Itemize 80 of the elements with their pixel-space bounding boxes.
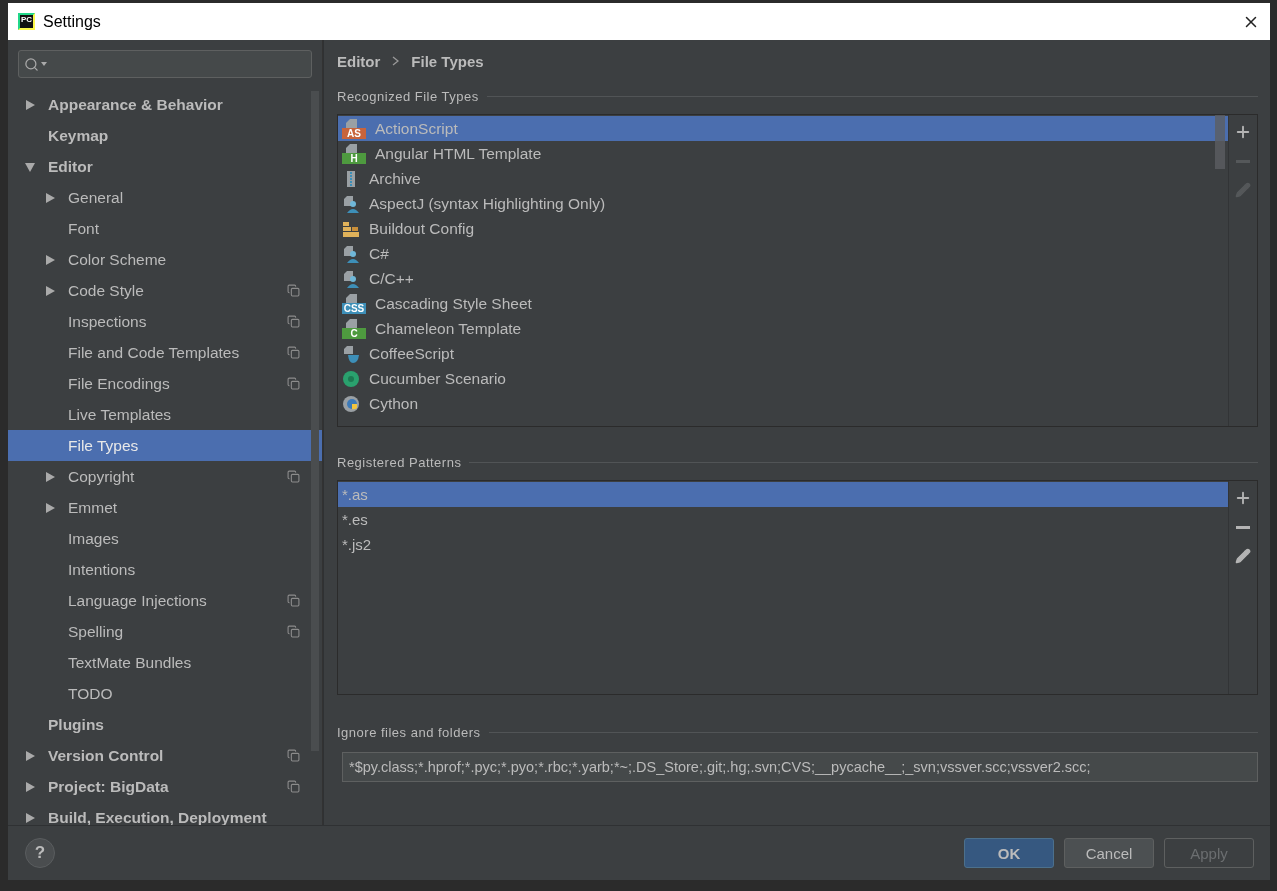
collapsed-arrow-icon[interactable] bbox=[24, 98, 36, 111]
plus-icon bbox=[1234, 123, 1252, 141]
scrollbar-thumb[interactable] bbox=[311, 91, 319, 751]
file-type-item[interactable]: C Chameleon Template bbox=[338, 316, 1228, 341]
edit-button[interactable] bbox=[1235, 548, 1251, 564]
caret-icon bbox=[41, 62, 47, 66]
tree-item[interactable]: Copyright bbox=[8, 461, 322, 492]
plus-icon bbox=[1234, 489, 1252, 507]
add-button[interactable] bbox=[1234, 123, 1252, 141]
cython-icon bbox=[342, 394, 360, 413]
tree-item[interactable]: Inspections bbox=[8, 306, 322, 337]
bricks-icon bbox=[342, 219, 360, 238]
tree-item[interactable]: Plugins bbox=[8, 709, 322, 740]
ignore-field[interactable]: *$py.class;*.hprof;*.pyc;*.pyo;*.rbc;*.yarb;*~;.DS_Store;.git;.hg;.svn;CVS;__pycache__;_svn;vssver.scc;vssver2.scc; bbox=[342, 752, 1258, 782]
tree-item[interactable]: Build, Execution, Deployment bbox=[8, 802, 322, 825]
add-button[interactable] bbox=[1234, 489, 1252, 507]
collapsed-arrow-icon[interactable] bbox=[24, 811, 36, 824]
help-button[interactable]: ? bbox=[25, 838, 55, 868]
tree-item[interactable]: File Encodings bbox=[8, 368, 322, 399]
file-type-item[interactable]: AspectJ (syntax Highlighting Only) bbox=[338, 191, 1228, 216]
tree-item[interactable]: Color Scheme bbox=[8, 244, 322, 275]
collapsed-arrow-icon[interactable] bbox=[24, 749, 36, 762]
file-person-icon bbox=[342, 269, 360, 288]
collapsed-arrow-icon[interactable] bbox=[44, 470, 56, 483]
tree-item[interactable]: File and Code Templates bbox=[8, 337, 322, 368]
tree-item[interactable]: Intentions bbox=[8, 554, 322, 585]
pattern-item[interactable]: *.es bbox=[338, 507, 1228, 532]
tree-item[interactable]: Code Style bbox=[8, 275, 322, 306]
section-title: Registered Patterns bbox=[337, 455, 462, 470]
tree-item[interactable]: Font bbox=[8, 213, 322, 244]
tree-item[interactable]: File Types bbox=[8, 430, 322, 461]
file-type-item[interactable]: H Angular HTML Template bbox=[338, 141, 1228, 166]
tree-item[interactable]: Appearance & Behavior bbox=[8, 89, 322, 120]
file-type-item[interactable]: Cucumber Scenario bbox=[338, 366, 1228, 391]
dialog-button[interactable]: OK bbox=[964, 838, 1054, 868]
dialog-button[interactable]: Cancel bbox=[1064, 838, 1154, 868]
cucumber-icon bbox=[342, 369, 360, 388]
tree-item[interactable]: Editor bbox=[8, 151, 322, 182]
scrollbar-thumb[interactable] bbox=[1215, 115, 1225, 169]
breadcrumb-item: Editor bbox=[337, 52, 381, 70]
file-type-item[interactable]: CSS Cascading Style Sheet bbox=[338, 291, 1228, 316]
file-type-item[interactable]: CoffeeScript bbox=[338, 341, 1228, 366]
collapsed-arrow-icon[interactable] bbox=[44, 501, 56, 514]
search-icon bbox=[24, 56, 39, 72]
tree-item[interactable]: TextMate Bundles bbox=[8, 647, 322, 678]
file-type-item[interactable]: C# bbox=[338, 241, 1228, 266]
tree-item[interactable]: Spelling bbox=[8, 616, 322, 647]
pattern-item[interactable]: *.js2 bbox=[338, 532, 1228, 557]
tree-item[interactable]: Images bbox=[8, 523, 322, 554]
file-person-icon bbox=[342, 244, 360, 263]
tree-item[interactable]: Live Templates bbox=[8, 399, 322, 430]
pencil-icon bbox=[1235, 548, 1251, 564]
collapsed-arrow-icon[interactable] bbox=[44, 191, 56, 204]
tree-item[interactable]: Project: BigData bbox=[8, 771, 322, 802]
breadcrumb-item: File Types bbox=[411, 52, 484, 70]
collapsed-arrow-icon[interactable] bbox=[44, 284, 56, 297]
pencil-icon bbox=[1235, 182, 1251, 198]
expanded-arrow-icon[interactable] bbox=[24, 160, 36, 173]
coffee-cup-icon bbox=[342, 344, 360, 363]
tree-item[interactable]: Emmet bbox=[8, 492, 322, 523]
file-type-item[interactable]: Archive bbox=[338, 166, 1228, 191]
tree-item[interactable]: General bbox=[8, 182, 322, 213]
tree-item[interactable]: Keymap bbox=[8, 120, 322, 151]
tree-item[interactable]: TODO bbox=[8, 678, 322, 709]
file-person-icon bbox=[342, 194, 360, 213]
file-type-item[interactable]: AS ActionScript bbox=[338, 116, 1228, 141]
chevron-icon bbox=[392, 56, 400, 66]
section-title: Recognized File Types bbox=[337, 89, 479, 104]
search-field[interactable] bbox=[18, 50, 312, 78]
collapsed-arrow-icon[interactable] bbox=[44, 253, 56, 266]
collapsed-arrow-icon[interactable] bbox=[24, 780, 36, 793]
tree-item[interactable]: Language Injections bbox=[8, 585, 322, 616]
section-title: Ignore files and folders bbox=[337, 725, 481, 740]
minus-icon bbox=[1236, 526, 1250, 529]
file-type-item[interactable]: C/C++ bbox=[338, 266, 1228, 291]
app-logo: PC bbox=[18, 13, 35, 30]
tree-item[interactable]: Version Control bbox=[8, 740, 322, 771]
file-type-item[interactable]: Buildout Config bbox=[338, 216, 1228, 241]
window-title: Settings bbox=[43, 12, 102, 31]
file-type-item[interactable]: Cython bbox=[338, 391, 1228, 416]
